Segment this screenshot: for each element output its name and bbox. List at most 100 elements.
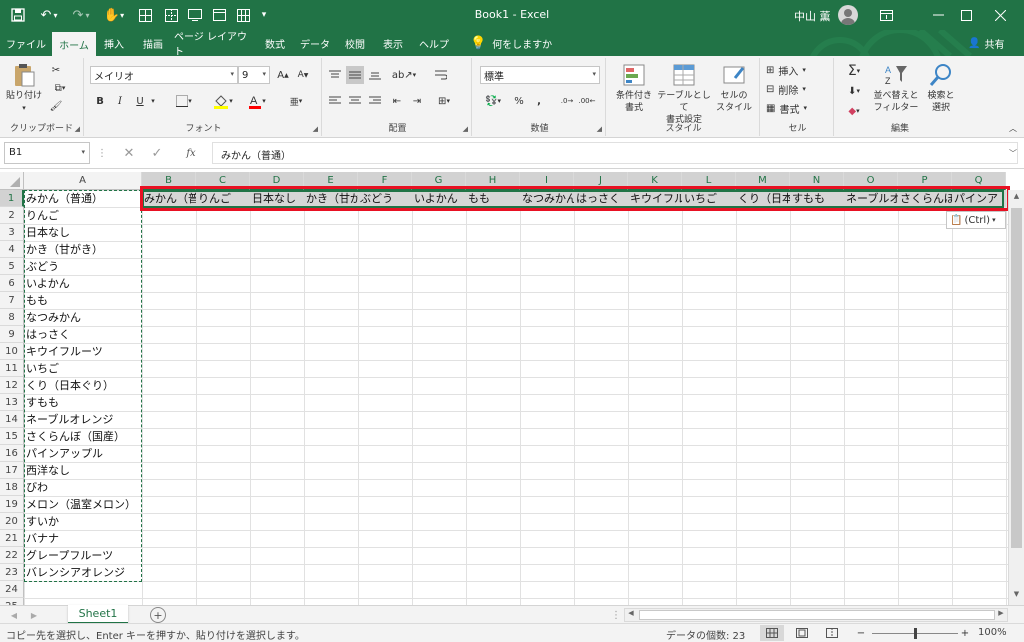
- italic-button[interactable]: I: [112, 92, 128, 110]
- align-bottom-icon[interactable]: [366, 66, 384, 84]
- increase-decimal-icon[interactable]: .0→: [558, 92, 576, 110]
- decrease-indent-icon[interactable]: ⇤: [388, 92, 406, 110]
- underline-button[interactable]: U: [132, 92, 148, 110]
- cell-styles-button[interactable]: セルの スタイル: [712, 62, 756, 114]
- tab-split-grip-icon[interactable]: ⋮: [611, 608, 621, 622]
- paste-options-button[interactable]: 📋 (Ctrl) ▾: [946, 211, 1006, 229]
- next-sheet-icon[interactable]: ▶: [28, 608, 40, 622]
- normal-view-icon[interactable]: [760, 625, 784, 641]
- undo-icon[interactable]: ↶ ▾: [34, 0, 64, 30]
- touch-mode-icon[interactable]: ✋ ▾: [100, 0, 128, 30]
- orientation-icon[interactable]: ab↗ ▾: [390, 66, 418, 84]
- close-icon[interactable]: [980, 0, 1020, 30]
- insert-cells-button[interactable]: ⊞ 挿入 ▾: [766, 62, 830, 78]
- collapse-ribbon-icon[interactable]: ︿: [1006, 122, 1020, 134]
- window-icon[interactable]: [208, 0, 230, 30]
- table-grid-icon[interactable]: [134, 0, 156, 30]
- wrap-text-icon[interactable]: [432, 66, 450, 84]
- borders-button[interactable]: ▾: [170, 92, 198, 110]
- clear-icon[interactable]: ◆ ▾: [840, 102, 868, 120]
- tab-review[interactable]: 校閲: [338, 30, 372, 56]
- redo-icon[interactable]: ↷ ▾: [66, 0, 96, 30]
- borders-icon[interactable]: [160, 0, 182, 30]
- clipboard-launcher-icon[interactable]: ◢: [75, 125, 80, 133]
- fill-color-button[interactable]: ▾: [208, 92, 238, 110]
- vertical-scroll-thumb[interactable]: [1011, 208, 1022, 548]
- grid-view-icon[interactable]: [232, 0, 254, 30]
- zoom-out-icon[interactable]: −: [856, 625, 866, 641]
- prev-sheet-icon[interactable]: ◀: [8, 608, 20, 622]
- tab-page-layout[interactable]: ページ レイアウト: [174, 30, 254, 58]
- number-format-select[interactable]: 標準 ▾: [480, 66, 600, 84]
- horizontal-scrollbar[interactable]: ◀ ▶: [624, 608, 1008, 622]
- new-sheet-icon[interactable]: +: [150, 607, 166, 623]
- fill-icon[interactable]: ⬇ ▾: [840, 82, 868, 100]
- tell-me-box[interactable]: 💡 何をしますか: [470, 30, 552, 56]
- underline-dropdown-icon[interactable]: ▾: [148, 92, 158, 110]
- font-color-button[interactable]: A ▾: [242, 92, 272, 110]
- comma-button[interactable]: ,: [530, 92, 548, 110]
- increase-indent-icon[interactable]: ⇥: [408, 92, 426, 110]
- name-box[interactable]: B1 ▾: [4, 142, 90, 164]
- font-name-select[interactable]: メイリオ ▾: [90, 66, 238, 84]
- tab-formulas[interactable]: 数式: [258, 30, 292, 56]
- format-as-table-button[interactable]: テーブルとして 書式設定: [656, 62, 712, 126]
- merge-center-icon[interactable]: ⊞ ▾: [430, 92, 458, 110]
- sort-filter-button[interactable]: AZ 並べ替えと フィルター: [872, 62, 920, 114]
- tab-file[interactable]: ファイル: [4, 30, 48, 56]
- tab-draw[interactable]: 描画: [134, 30, 172, 56]
- bold-button[interactable]: B: [92, 92, 108, 110]
- increase-font-icon[interactable]: A ▲: [274, 66, 292, 84]
- horizontal-scroll-thumb[interactable]: [639, 610, 995, 620]
- autosum-icon[interactable]: Σ ▾: [840, 62, 868, 80]
- customize-qat-icon[interactable]: ▾: [256, 0, 272, 30]
- decrease-font-icon[interactable]: A ▼: [294, 66, 312, 84]
- zoom-in-icon[interactable]: +: [960, 625, 970, 641]
- page-break-view-icon[interactable]: [820, 625, 844, 641]
- zoom-slider-thumb[interactable]: [914, 628, 917, 639]
- font-size-select[interactable]: 9 ▾: [238, 66, 270, 84]
- cut-icon[interactable]: ✂: [48, 62, 64, 78]
- tab-help[interactable]: ヘルプ: [414, 30, 454, 56]
- tab-insert[interactable]: 挿入: [98, 30, 130, 56]
- vertical-scrollbar[interactable]: ▲ ▼: [1008, 190, 1024, 605]
- scroll-down-icon[interactable]: ▼: [1011, 590, 1022, 603]
- screen-icon[interactable]: [184, 0, 206, 30]
- paste-button[interactable]: 貼り付け ▾: [4, 62, 44, 114]
- scroll-left-icon[interactable]: ◀: [625, 609, 637, 621]
- insert-function-icon[interactable]: fx: [180, 144, 202, 162]
- cancel-icon[interactable]: ✕: [118, 144, 140, 162]
- enter-icon[interactable]: ✓: [146, 144, 168, 162]
- tab-view[interactable]: 表示: [376, 30, 410, 56]
- find-select-button[interactable]: 検索と 選択: [922, 62, 960, 114]
- align-middle-icon[interactable]: [346, 66, 364, 84]
- font-launcher-icon[interactable]: ◢: [313, 125, 318, 133]
- align-top-icon[interactable]: [326, 66, 344, 84]
- zoom-level[interactable]: 100%: [978, 627, 1007, 638]
- format-painter-icon[interactable]: 🖌: [48, 98, 64, 114]
- decrease-decimal-icon[interactable]: .00←: [578, 92, 596, 110]
- formula-input[interactable]: みかん（普通）: [212, 142, 1018, 164]
- avatar[interactable]: [838, 5, 858, 25]
- delete-cells-button[interactable]: ⊟ 削除 ▾: [766, 81, 830, 97]
- align-right-icon[interactable]: [366, 92, 384, 110]
- copy-icon[interactable]: ⧉ ▾: [48, 80, 72, 96]
- tab-data[interactable]: データ: [296, 30, 334, 56]
- tab-home[interactable]: ホーム: [52, 32, 96, 56]
- sheet-tab-sheet1[interactable]: Sheet1: [68, 605, 128, 624]
- phonetic-icon[interactable]: 亜 ▾: [282, 92, 310, 110]
- page-layout-view-icon[interactable]: [790, 625, 814, 641]
- ribbon-display-icon[interactable]: [866, 0, 906, 30]
- save-icon[interactable]: [4, 0, 32, 30]
- spreadsheet-grid[interactable]: ABCDEFGHIJKLMNOPQ 1 2 3 4 5 6 7 8 9 10 11 12 13 14 15 1…: [0, 169, 1024, 605]
- format-cells-button[interactable]: ▦ 書式 ▾: [766, 100, 830, 116]
- expand-formula-icon[interactable]: ﹀: [1006, 146, 1020, 160]
- conditional-format-button[interactable]: 条件付き 書式: [612, 62, 656, 114]
- scroll-up-icon[interactable]: ▲: [1011, 192, 1022, 205]
- percent-button[interactable]: %: [510, 92, 528, 110]
- scroll-right-icon[interactable]: ▶: [995, 609, 1007, 621]
- align-left-icon[interactable]: [326, 92, 344, 110]
- alignment-launcher-icon[interactable]: ◢: [463, 125, 468, 133]
- currency-icon[interactable]: 💱 ▾: [480, 92, 506, 110]
- number-launcher-icon[interactable]: ◢: [597, 125, 602, 133]
